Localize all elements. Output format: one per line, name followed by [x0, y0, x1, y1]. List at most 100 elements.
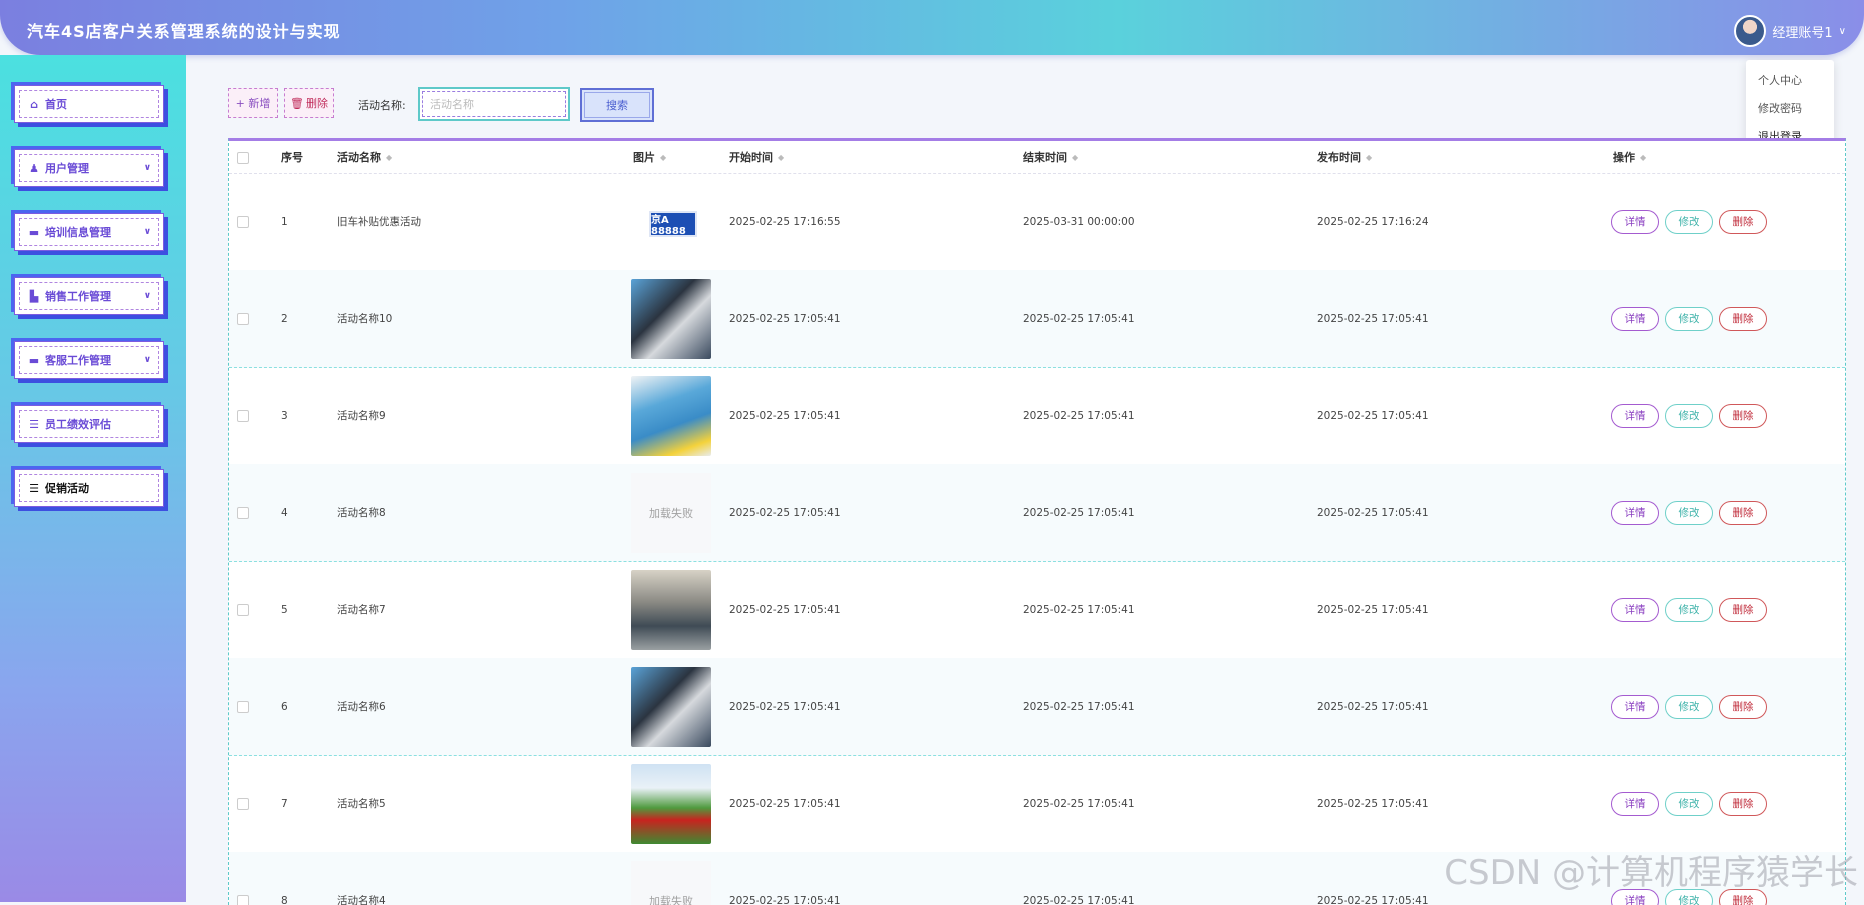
delete-button[interactable]: 删除: [1719, 598, 1767, 622]
user-icon: ♟: [27, 162, 41, 175]
detail-button[interactable]: 详情: [1611, 307, 1659, 331]
cell-index: 2: [281, 270, 288, 367]
cell-index: 3: [281, 367, 288, 464]
table-row: 6 活动名称6 2025-02-25 17:05:41 2025-02-25 1…: [229, 658, 1845, 756]
cell-start-time: 2025-02-25 17:05:41: [729, 464, 841, 561]
cell-end-time: 2025-02-25 17:05:41: [1023, 658, 1135, 755]
chevron-down-icon: ∨: [144, 291, 151, 301]
edit-button[interactable]: 修改: [1665, 598, 1713, 622]
sidebar-item-promotion[interactable]: ☰ 促销活动: [14, 469, 164, 507]
user-account-menu[interactable]: 经理账号1 ∨: [1734, 15, 1846, 47]
add-button[interactable]: + 新增: [228, 88, 278, 118]
trash-icon: 🗑: [290, 97, 304, 110]
activity-table: 序号 活动名称◆ 图片◆ 开始时间◆ 结束时间◆ 发布时间◆ 操作◆ 1 旧车补…: [228, 138, 1846, 905]
sidebar-item-customer-service[interactable]: ▬ 客服工作管理 ∨: [14, 341, 164, 379]
sort-icon[interactable]: ◆: [778, 153, 784, 162]
sort-icon[interactable]: ◆: [1072, 153, 1078, 162]
row-actions: 详情 修改 删除: [1611, 561, 1767, 658]
image-load-failed: 加载失败: [631, 473, 711, 553]
menu-item-change-password[interactable]: 修改密码: [1746, 94, 1834, 122]
cell-index: 5: [281, 561, 288, 658]
row-checkbox[interactable]: [237, 895, 249, 905]
cell-end-time: 2025-02-25 17:05:41: [1023, 270, 1135, 367]
edit-button[interactable]: 修改: [1665, 695, 1713, 719]
cell-name: 活动名称9: [337, 367, 386, 464]
delete-button[interactable]: 删除: [1719, 307, 1767, 331]
header-publish-time[interactable]: 发布时间◆: [1317, 149, 1372, 165]
cell-name: 活动名称5: [337, 755, 386, 852]
activity-image[interactable]: [631, 376, 711, 456]
cell-index: 8: [281, 852, 288, 905]
activity-image[interactable]: [631, 279, 711, 359]
cell-end-time: 2025-02-25 17:05:41: [1023, 852, 1135, 905]
row-checkbox[interactable]: [237, 313, 249, 325]
row-checkbox[interactable]: [237, 216, 249, 228]
cell-end-time: 2025-02-25 17:05:41: [1023, 561, 1135, 658]
avatar[interactable]: [1734, 15, 1766, 47]
edit-button[interactable]: 修改: [1665, 210, 1713, 234]
sidebar-item-sales[interactable]: ▙ 销售工作管理 ∨: [14, 277, 164, 315]
row-actions: 详情 修改 删除: [1611, 367, 1767, 464]
row-checkbox[interactable]: [237, 701, 249, 713]
image-load-failed: 加载失败: [631, 861, 711, 905]
row-checkbox[interactable]: [237, 507, 249, 519]
cell-name: 活动名称7: [337, 561, 386, 658]
header-image[interactable]: 图片◆: [633, 149, 666, 165]
sidebar-item-home[interactable]: ⌂ 首页: [14, 85, 164, 123]
detail-button[interactable]: 详情: [1611, 598, 1659, 622]
row-checkbox[interactable]: [237, 604, 249, 616]
table-row: 3 活动名称9 2025-02-25 17:05:41 2025-02-25 1…: [229, 367, 1845, 465]
edit-button[interactable]: 修改: [1665, 404, 1713, 428]
sort-icon[interactable]: ◆: [1366, 153, 1372, 162]
delete-button[interactable]: 删除: [1719, 404, 1767, 428]
cell-name: 活动名称8: [337, 464, 386, 561]
select-all-checkbox[interactable]: [237, 152, 249, 164]
cell-start-time: 2025-02-25 17:05:41: [729, 270, 841, 367]
activity-image[interactable]: [631, 764, 711, 844]
sidebar-item-label: 用户管理: [45, 160, 89, 176]
chart-icon: ▙: [27, 290, 41, 303]
sort-icon[interactable]: ◆: [660, 153, 666, 162]
cell-end-time: 2025-02-25 17:05:41: [1023, 367, 1135, 464]
row-checkbox[interactable]: [237, 798, 249, 810]
delete-button[interactable]: 删除: [1719, 695, 1767, 719]
edit-button[interactable]: 修改: [1665, 307, 1713, 331]
activity-name-search-input[interactable]: [418, 87, 570, 121]
table-row: 1 旧车补贴优惠活动 京A 88888 2025-02-25 17:16:55 …: [229, 173, 1845, 271]
license-plate: 京A 88888: [649, 211, 697, 237]
detail-button[interactable]: 详情: [1611, 210, 1659, 234]
cell-name: 活动名称10: [337, 270, 392, 367]
activity-image[interactable]: [631, 667, 711, 747]
delete-button[interactable]: 删除: [1719, 210, 1767, 234]
sidebar-item-performance[interactable]: ☰ 员工绩效评估: [14, 405, 164, 443]
sidebar-item-label: 客服工作管理: [45, 352, 111, 368]
top-header: 汽车4S店客户关系管理系统的设计与实现 经理账号1 ∨: [0, 0, 1864, 55]
menu-item-profile[interactable]: 个人中心: [1746, 66, 1834, 94]
header-end-time[interactable]: 结束时间◆: [1023, 149, 1078, 165]
detail-button[interactable]: 详情: [1611, 501, 1659, 525]
detail-button[interactable]: 详情: [1611, 695, 1659, 719]
detail-button[interactable]: 详情: [1611, 792, 1659, 816]
activity-image[interactable]: [631, 570, 711, 650]
sidebar-item-training[interactable]: ▬ 培训信息管理 ∨: [14, 213, 164, 251]
sidebar-item-user-management[interactable]: ♟ 用户管理 ∨: [14, 149, 164, 187]
chevron-down-icon[interactable]: ∨: [1839, 26, 1846, 37]
header-name[interactable]: 活动名称◆: [337, 149, 392, 165]
list-icon: ☰: [27, 482, 41, 495]
system-title: 汽车4S店客户关系管理系统的设计与实现: [27, 18, 341, 42]
row-actions: 详情 修改 删除: [1611, 755, 1767, 852]
cell-end-time: 2025-02-25 17:05:41: [1023, 464, 1135, 561]
row-checkbox[interactable]: [237, 410, 249, 422]
activity-image[interactable]: 京A 88888: [631, 182, 711, 262]
delete-button[interactable]: 删除: [1719, 501, 1767, 525]
table-row: 2 活动名称10 2025-02-25 17:05:41 2025-02-25 …: [229, 270, 1845, 368]
detail-button[interactable]: 详情: [1611, 404, 1659, 428]
edit-button[interactable]: 修改: [1665, 792, 1713, 816]
header-start-time[interactable]: 开始时间◆: [729, 149, 784, 165]
batch-delete-button[interactable]: 🗑 删除: [284, 88, 334, 118]
search-button[interactable]: 搜索: [580, 88, 654, 122]
delete-button[interactable]: 删除: [1719, 792, 1767, 816]
user-name[interactable]: 经理账号1: [1772, 22, 1832, 41]
sort-icon[interactable]: ◆: [386, 153, 392, 162]
edit-button[interactable]: 修改: [1665, 501, 1713, 525]
